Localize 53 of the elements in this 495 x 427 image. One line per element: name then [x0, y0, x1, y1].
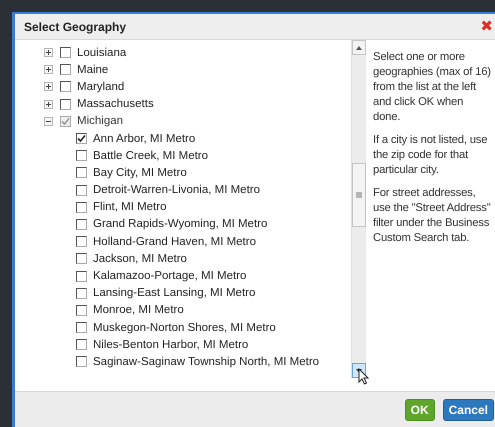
tree-item-label[interactable]: Bay City, MI Metro [93, 166, 187, 179]
checkbox[interactable] [76, 167, 87, 178]
tree-item-label[interactable]: Ann Arbor, MI Metro [93, 132, 196, 145]
cancel-button[interactable]: Cancel [442, 398, 494, 420]
mouse-pointer-icon [358, 368, 369, 385]
tree-item-label[interactable]: Battle Creek, MI Metro [93, 150, 208, 162]
tree-item-label[interactable]: Grand Rapids-Wyoming, MI Metro [93, 218, 268, 230]
tree-item-label[interactable]: Flint, MI Metro [93, 201, 166, 214]
tree-item-label[interactable]: Maine [77, 64, 108, 76]
tree-item-label[interactable]: Lansing-East Lansing, MI Metro [93, 287, 256, 300]
checkbox[interactable] [76, 270, 87, 282]
scroll-thumb[interactable] [352, 163, 366, 227]
expand-icon[interactable] [44, 100, 53, 109]
checkbox[interactable] [76, 253, 87, 264]
checkbox[interactable] [76, 184, 87, 196]
checkbox[interactable] [76, 218, 87, 230]
checkbox[interactable] [76, 133, 87, 144]
help-text: If a city is not listed, use the zip code for that particular city. [373, 133, 488, 178]
expand-icon[interactable] [44, 65, 53, 74]
up-arrow-icon [356, 46, 362, 50]
checkbox[interactable] [76, 150, 87, 162]
scroll-up-button[interactable] [352, 40, 366, 55]
tree-item-label[interactable]: Monroe, MI Metro [93, 304, 184, 316]
tree-item-label[interactable]: Massachusetts [77, 98, 154, 110]
collapse-icon[interactable] [44, 116, 53, 126]
tree-item-label[interactable]: Holland-Grand Haven, MI Metro [93, 236, 256, 248]
help-text: Select one or more geographies (max of 16) from the list at the left and click OK when done. [373, 50, 492, 125]
checkbox[interactable] [60, 98, 71, 110]
tree-item-label[interactable]: Niles-Benton Harbor, MI Metro [93, 338, 248, 351]
close-button[interactable]: ✖ [478, 19, 495, 34]
checkbox[interactable] [76, 356, 87, 368]
checkbox[interactable] [76, 304, 87, 316]
dialog-title: Select Geography [24, 20, 126, 34]
tree-item-label[interactable]: Michigan [77, 115, 124, 128]
tree-item-label[interactable]: Kalamazoo-Portage, MI Metro [93, 270, 246, 282]
checkbox[interactable] [76, 202, 87, 213]
expand-icon[interactable] [44, 82, 53, 92]
tree-item-label[interactable]: Saginaw-Saginaw Township North, MI Metro [93, 356, 320, 368]
checkbox[interactable] [76, 339, 87, 350]
help-text: For street addresses, use the "Street Address" filter under the Business Custom Search tab. [373, 186, 492, 246]
checkbox[interactable] [76, 322, 87, 334]
tree-item-label[interactable]: Maryland [77, 80, 124, 93]
tree-item-label[interactable]: Detroit-Warren-Livonia, MI Metro [93, 184, 260, 196]
checkbox[interactable] [60, 47, 71, 58]
tree-item-label[interactable]: Jackson, MI Metro [93, 252, 187, 265]
checkbox[interactable] [60, 81, 71, 92]
tree-item-label[interactable]: Muskegon-Norton Shores, MI Metro [93, 322, 276, 334]
checkbox[interactable] [60, 116, 71, 127]
checkbox[interactable] [76, 236, 87, 248]
tree-item-label[interactable]: Louisiana [77, 46, 126, 59]
checkbox[interactable] [60, 64, 71, 76]
checkbox[interactable] [76, 288, 87, 299]
expand-icon[interactable] [44, 48, 53, 58]
